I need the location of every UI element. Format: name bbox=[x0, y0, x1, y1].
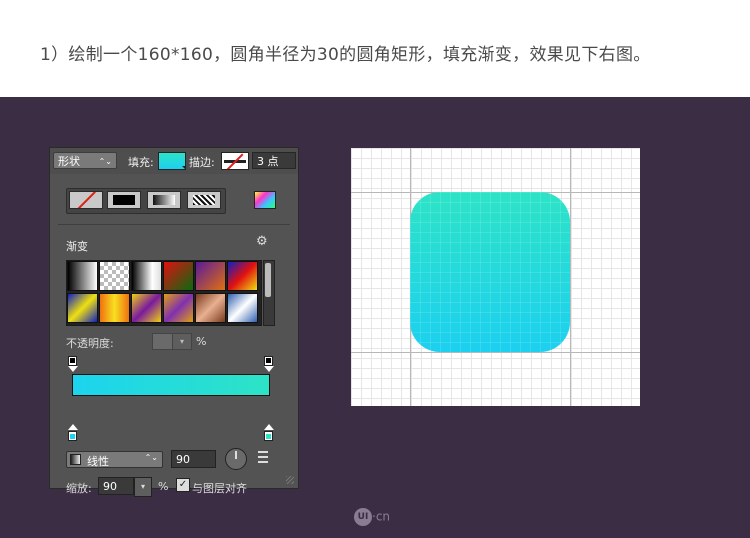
angle-dial[interactable] bbox=[225, 448, 247, 470]
gradient-fill-button[interactable] bbox=[147, 191, 181, 209]
preset-black-transparent[interactable] bbox=[131, 261, 162, 291]
preset-chrome[interactable] bbox=[163, 293, 194, 323]
preset-black-white[interactable] bbox=[67, 261, 98, 291]
opacity-unit: % bbox=[196, 335, 207, 348]
align-with-layer-checkbox[interactable]: ✓ bbox=[176, 478, 190, 492]
preset-scrollbar[interactable] bbox=[263, 260, 275, 326]
chevron-updown-icon: ⌃⌄ bbox=[144, 453, 158, 462]
dropdown-corner-icon bbox=[182, 166, 186, 170]
stroke-label: 描边: bbox=[189, 156, 215, 169]
stop-pointer bbox=[68, 424, 78, 430]
stop-pointer bbox=[68, 366, 78, 372]
preset-transparent[interactable] bbox=[99, 261, 130, 291]
opacity-stop-right[interactable] bbox=[264, 356, 273, 366]
opacity-label: 不透明度: bbox=[66, 337, 114, 350]
guide-vertical-right bbox=[570, 148, 571, 406]
color-picker-icon[interactable] bbox=[254, 191, 276, 209]
preset-silver[interactable] bbox=[227, 293, 258, 323]
scale-field[interactable]: 90 bbox=[98, 477, 134, 495]
stroke-color-swatch[interactable] bbox=[221, 152, 249, 170]
gradient-fill-icon bbox=[153, 195, 175, 205]
chevron-updown-icon: ⌃⌄ bbox=[98, 157, 112, 166]
shape-mode-label: 形状 bbox=[58, 155, 80, 168]
gradient-section-title: 渐变 bbox=[66, 240, 88, 253]
preset-yellow-violet[interactable] bbox=[131, 293, 162, 323]
scale-unit: % bbox=[158, 480, 169, 493]
canvas-preview bbox=[351, 148, 640, 406]
fill-type-buttons bbox=[66, 188, 226, 214]
preset-orange-yellow[interactable] bbox=[99, 293, 130, 323]
angle-field[interactable]: 90 bbox=[171, 450, 216, 468]
rounded-rectangle-shape[interactable] bbox=[410, 192, 570, 352]
dial-needle-icon bbox=[235, 451, 237, 459]
preset-red-green[interactable] bbox=[163, 261, 194, 291]
gradient-bar[interactable] bbox=[72, 374, 270, 396]
stop-pointer bbox=[264, 424, 274, 430]
opacity-dropdown[interactable]: ▾ bbox=[172, 333, 192, 350]
shape-options-bar: 形状 ⌃⌄ 填充: 描边: 3 点 bbox=[50, 148, 298, 175]
gradient-preset-grid bbox=[66, 260, 262, 326]
resize-grip-icon[interactable] bbox=[286, 476, 294, 484]
stop-fill bbox=[266, 434, 271, 439]
stroke-width-field[interactable]: 3 点 bbox=[252, 152, 296, 169]
fill-type-dropdown: 渐变 ⚙ 不透明度: ▾ % 线性 ⌃⌄ 90 缩放: 90 ▾ % ✓ 与图层… bbox=[50, 174, 298, 497]
gradient-type-select[interactable]: 线性 ⌃⌄ bbox=[66, 451, 163, 468]
align-with-layer-label: 与图层对齐 bbox=[192, 482, 247, 495]
opacity-stop-left[interactable] bbox=[68, 356, 77, 366]
linear-gradient-icon bbox=[70, 454, 81, 465]
no-fill-button[interactable] bbox=[69, 191, 103, 209]
fill-color-swatch[interactable] bbox=[158, 152, 186, 170]
gradient-options-panel: 形状 ⌃⌄ 填充: 描边: 3 点 渐变 ⚙ 不透明度: ▾ % 线性 ⌃⌄ 9… bbox=[50, 148, 298, 497]
scale-label: 缩放: bbox=[66, 482, 92, 495]
ui-cn-logo: UI bbox=[354, 508, 372, 526]
divider bbox=[58, 224, 290, 225]
gradient-type-label: 线性 bbox=[87, 455, 109, 468]
scrollbar-thumb[interactable] bbox=[265, 263, 271, 297]
pattern-fill-button[interactable] bbox=[187, 191, 221, 209]
color-stop-left[interactable] bbox=[68, 431, 77, 441]
gear-icon[interactable]: ⚙ bbox=[256, 234, 268, 249]
watermark-text: ·cn bbox=[372, 509, 391, 524]
pattern-fill-icon bbox=[193, 195, 215, 205]
solid-fill-button[interactable] bbox=[107, 191, 141, 209]
shape-mode-select[interactable]: 形状 ⌃⌄ bbox=[53, 152, 117, 169]
preset-blue-red-yellow[interactable] bbox=[227, 261, 258, 291]
guide-horizontal-bottom bbox=[351, 352, 640, 353]
stop-fill bbox=[70, 358, 75, 363]
preset-blue-yellow-blue[interactable] bbox=[67, 293, 98, 323]
scale-dropdown[interactable]: ▾ bbox=[134, 477, 152, 497]
stop-fill bbox=[70, 434, 75, 439]
stop-pointer bbox=[264, 366, 274, 372]
stop-fill bbox=[266, 358, 271, 363]
site-watermark: UI ·cn bbox=[354, 508, 390, 526]
preset-copper[interactable] bbox=[195, 293, 226, 323]
color-stop-right[interactable] bbox=[264, 431, 273, 441]
fill-label: 填充: bbox=[128, 156, 154, 169]
opacity-field[interactable] bbox=[152, 333, 174, 350]
reverse-gradient-icon[interactable] bbox=[258, 450, 272, 464]
no-fill-slash-icon bbox=[76, 192, 96, 208]
preset-violet-orange[interactable] bbox=[195, 261, 226, 291]
instruction-caption: 1）绘制一个160*160，圆角半径为30的圆角矩形，填充渐变，效果见下右图。 bbox=[40, 45, 651, 65]
solid-fill-icon bbox=[113, 195, 135, 205]
